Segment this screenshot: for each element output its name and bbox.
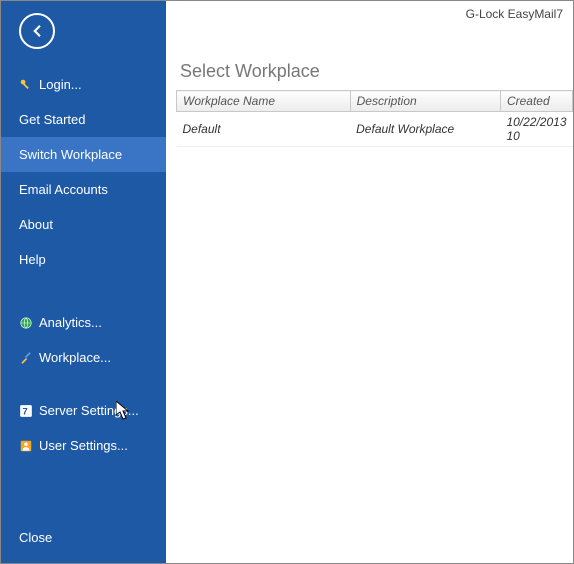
back-button[interactable]	[19, 13, 55, 49]
sidebar-item-email-accounts[interactable]: Email Accounts	[1, 172, 166, 207]
sidebar-item-help[interactable]: Help	[1, 242, 166, 277]
sidebar: Login... Get Started Switch Workplace Em…	[1, 1, 166, 563]
sidebar-item-server-settings[interactable]: 7 Server Settings...	[1, 393, 166, 428]
globe-icon	[19, 316, 33, 330]
key-icon	[19, 78, 33, 92]
sidebar-item-label: Help	[19, 252, 46, 267]
sidebar-item-label: Server Settings...	[39, 403, 139, 418]
sidebar-item-label: Close	[19, 530, 52, 545]
table-row[interactable]: Default Default Workplace 10/22/2013 10	[177, 112, 573, 147]
content: Select Workplace Workplace Name Descript…	[166, 1, 573, 147]
sidebar-item-analytics[interactable]: Analytics...	[1, 305, 166, 340]
sidebar-item-label: Get Started	[19, 112, 85, 127]
sidebar-item-about[interactable]: About	[1, 207, 166, 242]
workplace-table: Workplace Name Description Created Defau…	[176, 90, 573, 147]
sidebar-item-user-settings[interactable]: User Settings...	[1, 428, 166, 463]
column-header-description[interactable]: Description	[350, 91, 500, 112]
sidebar-spacer	[1, 277, 166, 305]
sidebar-item-switch-workplace[interactable]: Switch Workplace	[1, 137, 166, 172]
column-header-created[interactable]: Created	[500, 91, 572, 112]
table-header-row: Workplace Name Description Created	[177, 91, 573, 112]
sidebar-item-label: Switch Workplace	[19, 147, 122, 162]
sidebar-item-label: Email Accounts	[19, 182, 108, 197]
page-heading: Select Workplace	[176, 61, 573, 82]
sidebar-item-workplace[interactable]: Workplace...	[1, 340, 166, 375]
user-icon	[19, 439, 33, 453]
main-panel: G-Lock EasyMail7 Select Workplace Workpl…	[166, 1, 573, 563]
svg-text:7: 7	[23, 406, 28, 416]
sidebar-item-label: Login...	[39, 77, 82, 92]
cell-name: Default	[177, 112, 351, 147]
sidebar-item-login[interactable]: Login...	[1, 67, 166, 102]
app-title: G-Lock EasyMail7	[466, 7, 563, 21]
app-window: Login... Get Started Switch Workplace Em…	[0, 0, 574, 564]
sidebar-item-label: Workplace...	[39, 350, 111, 365]
cell-description: Default Workplace	[350, 112, 500, 147]
sidebar-item-label: About	[19, 217, 53, 232]
column-header-name[interactable]: Workplace Name	[177, 91, 351, 112]
cell-created: 10/22/2013 10	[500, 112, 572, 147]
sidebar-item-label: User Settings...	[39, 438, 128, 453]
tools-icon	[19, 351, 33, 365]
seven-icon: 7	[19, 404, 33, 418]
arrow-left-icon	[28, 22, 46, 40]
sidebar-item-close[interactable]: Close	[1, 516, 166, 563]
sidebar-item-label: Analytics...	[39, 315, 102, 330]
sidebar-item-get-started[interactable]: Get Started	[1, 102, 166, 137]
sidebar-spacer	[1, 375, 166, 393]
